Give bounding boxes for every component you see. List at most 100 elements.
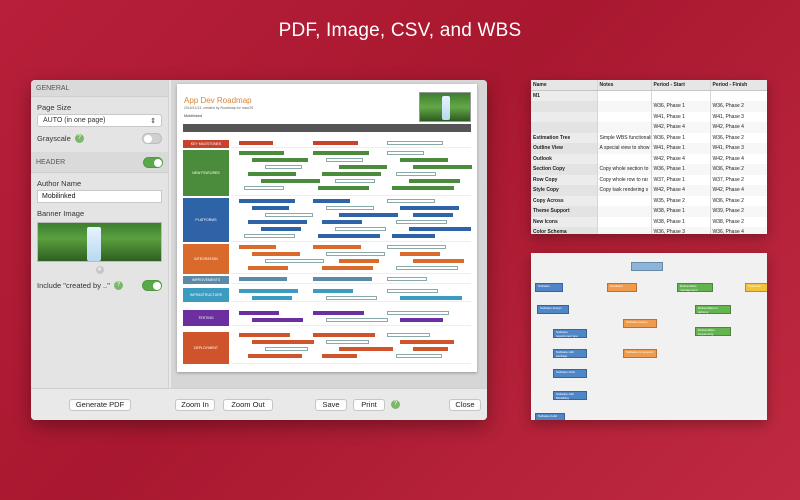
csv-cell [597,101,652,112]
csv-export-panel: NameNotesPeriod - StartPeriod - FinishPe… [531,80,767,234]
headline: PDF, Image, CSV, and WBS [278,20,522,41]
csv-cell: Theme Support [531,206,598,217]
wbs-node: Software with Modelling [553,391,587,400]
preview-task-bar [400,340,454,344]
preview-task-bar [339,259,379,263]
wbs-node: Software draft [553,369,587,378]
csv-cell: W36, Phase 1 [651,101,711,112]
preview-lane-row [231,276,471,284]
preview-lane-row [231,310,471,326]
preview-lane-row [231,150,472,196]
csv-cell: Simple WBS functionali [597,132,652,143]
csv-cell: W37, Phase 1 [651,174,711,185]
preview-lane-row [231,140,471,148]
wbs-node: Deliverables sequencing [695,327,731,336]
preview-task-bar [409,227,471,231]
banner-image[interactable] [37,222,162,262]
csv-row: Outline View A special view to show W41, P… [531,143,767,154]
preview-lane-label: IMPROVEMENTS [183,276,229,284]
preview-task-bar [387,199,435,203]
grayscale-toggle[interactable] [142,133,162,144]
preview-task-bar [313,277,372,281]
preview-task-bar [244,234,295,238]
csv-cell [710,90,767,101]
help-icon[interactable]: ? [113,281,123,290]
csv-column-header: Name [531,80,598,91]
csv-cell: W42, Phase 4 [710,153,767,164]
preview-task-bar [339,213,398,217]
csv-row: W41, Phase 1 W41, Phase 3 [531,111,767,122]
header-section-header: HEADER [31,152,168,173]
bottom-toolbar: Generate PDF Zoom In Zoom Out Save Print… [31,388,487,420]
remove-banner-icon[interactable]: ✕ [95,266,104,274]
grayscale-label: Grayscale [37,134,71,143]
preview-timescale [183,124,471,132]
csv-cell: W35, Phase 2 [651,195,711,206]
preview-task-bar [261,179,320,183]
csv-cell [597,122,652,133]
preview-task-bar [335,179,375,183]
csv-cell: W42, Phase 4 [651,185,711,196]
preview-task-bar [322,220,362,224]
preview-task-bar [322,354,357,358]
preview-task-bar [265,213,313,217]
csv-row: Copy Across W35, Phase 2 W36, Phase 2 [531,195,767,206]
preview-task-bar [392,234,435,238]
csv-cell [597,153,652,164]
print-window: GENERAL Page Size AUTO (in one page) ⇕ G… [31,80,487,420]
page-size-value: AUTO (in one page) [43,117,106,124]
print-button[interactable]: Print [353,399,385,411]
header-toggle[interactable] [143,157,163,168]
preview-task-bar [387,311,449,315]
preview-subtitle: 2016/11/13, created by Roadmap for macOS [184,106,254,110]
csv-cell: Outlook [531,153,598,164]
preview-task-bar [413,259,464,263]
csv-cell: W36, Phase 1 [651,132,711,143]
save-button[interactable]: Save [315,399,347,411]
preview-area[interactable]: App Dev Roadmap 2016/11/13, created by R… [171,80,487,388]
csv-row: Style Copy Copy task rendering s W42, Phas… [531,185,767,196]
csv-row: Section Copy Copy whole section to W36, Ph… [531,164,767,175]
grayscale-row: Grayscale ? [31,127,168,146]
csv-column-header: Period - Finish [710,80,767,91]
csv-cell: A special view to show [597,143,652,154]
page-size-select[interactable]: AUTO (in one page) ⇕ [37,114,162,127]
csv-cell: Section Copy [531,164,598,175]
general-section-header: GENERAL [31,80,168,97]
preview-task-bar [313,151,369,155]
preview-task-bar [396,354,442,358]
csv-cell [597,195,652,206]
preview-task-bar [326,340,369,344]
preview-task-bar [313,333,375,337]
preview-title: App Dev Roadmap [184,96,252,105]
wbs-node: Hardware [607,283,637,292]
help-icon[interactable]: ? [74,134,84,143]
csv-cell: Color Schema [531,227,598,234]
generate-pdf-button[interactable]: Generate PDF [69,399,131,411]
include-created-by-row: Include "created by .." ? [31,274,168,293]
csv-cell [597,227,652,234]
preview-task-bar [252,340,314,344]
zoom-out-button[interactable]: Zoom Out [223,399,273,411]
include-created-by-toggle[interactable] [142,280,162,291]
csv-cell [531,101,598,112]
author-name-field[interactable]: Mobilinked [37,190,162,203]
preview-task-bar [326,252,385,256]
preview-task-bar [387,333,430,337]
csv-row: W36, Phase 1 W36, Phase 2 [531,101,767,112]
preview-lane-row [231,244,471,274]
preview-task-bar [400,206,459,210]
preview-task-bar [239,289,298,293]
csv-cell: Estimation Tree [531,132,598,143]
preview-task-bar [387,277,427,281]
help-icon[interactable]: ? [391,400,400,409]
zoom-in-button[interactable]: Zoom In [175,399,215,411]
csv-cell: Copy whole row to rar [597,174,652,185]
csv-cell: Style Copy [531,185,598,196]
preview-lane-label: INFRASTRUCTURE [183,288,229,302]
preview-task-bar [413,347,448,351]
close-button[interactable]: Close [449,399,481,411]
csv-cell [597,206,652,217]
preview-lane-row [231,288,471,302]
settings-sidebar: GENERAL Page Size AUTO (in one page) ⇕ G… [31,80,169,388]
